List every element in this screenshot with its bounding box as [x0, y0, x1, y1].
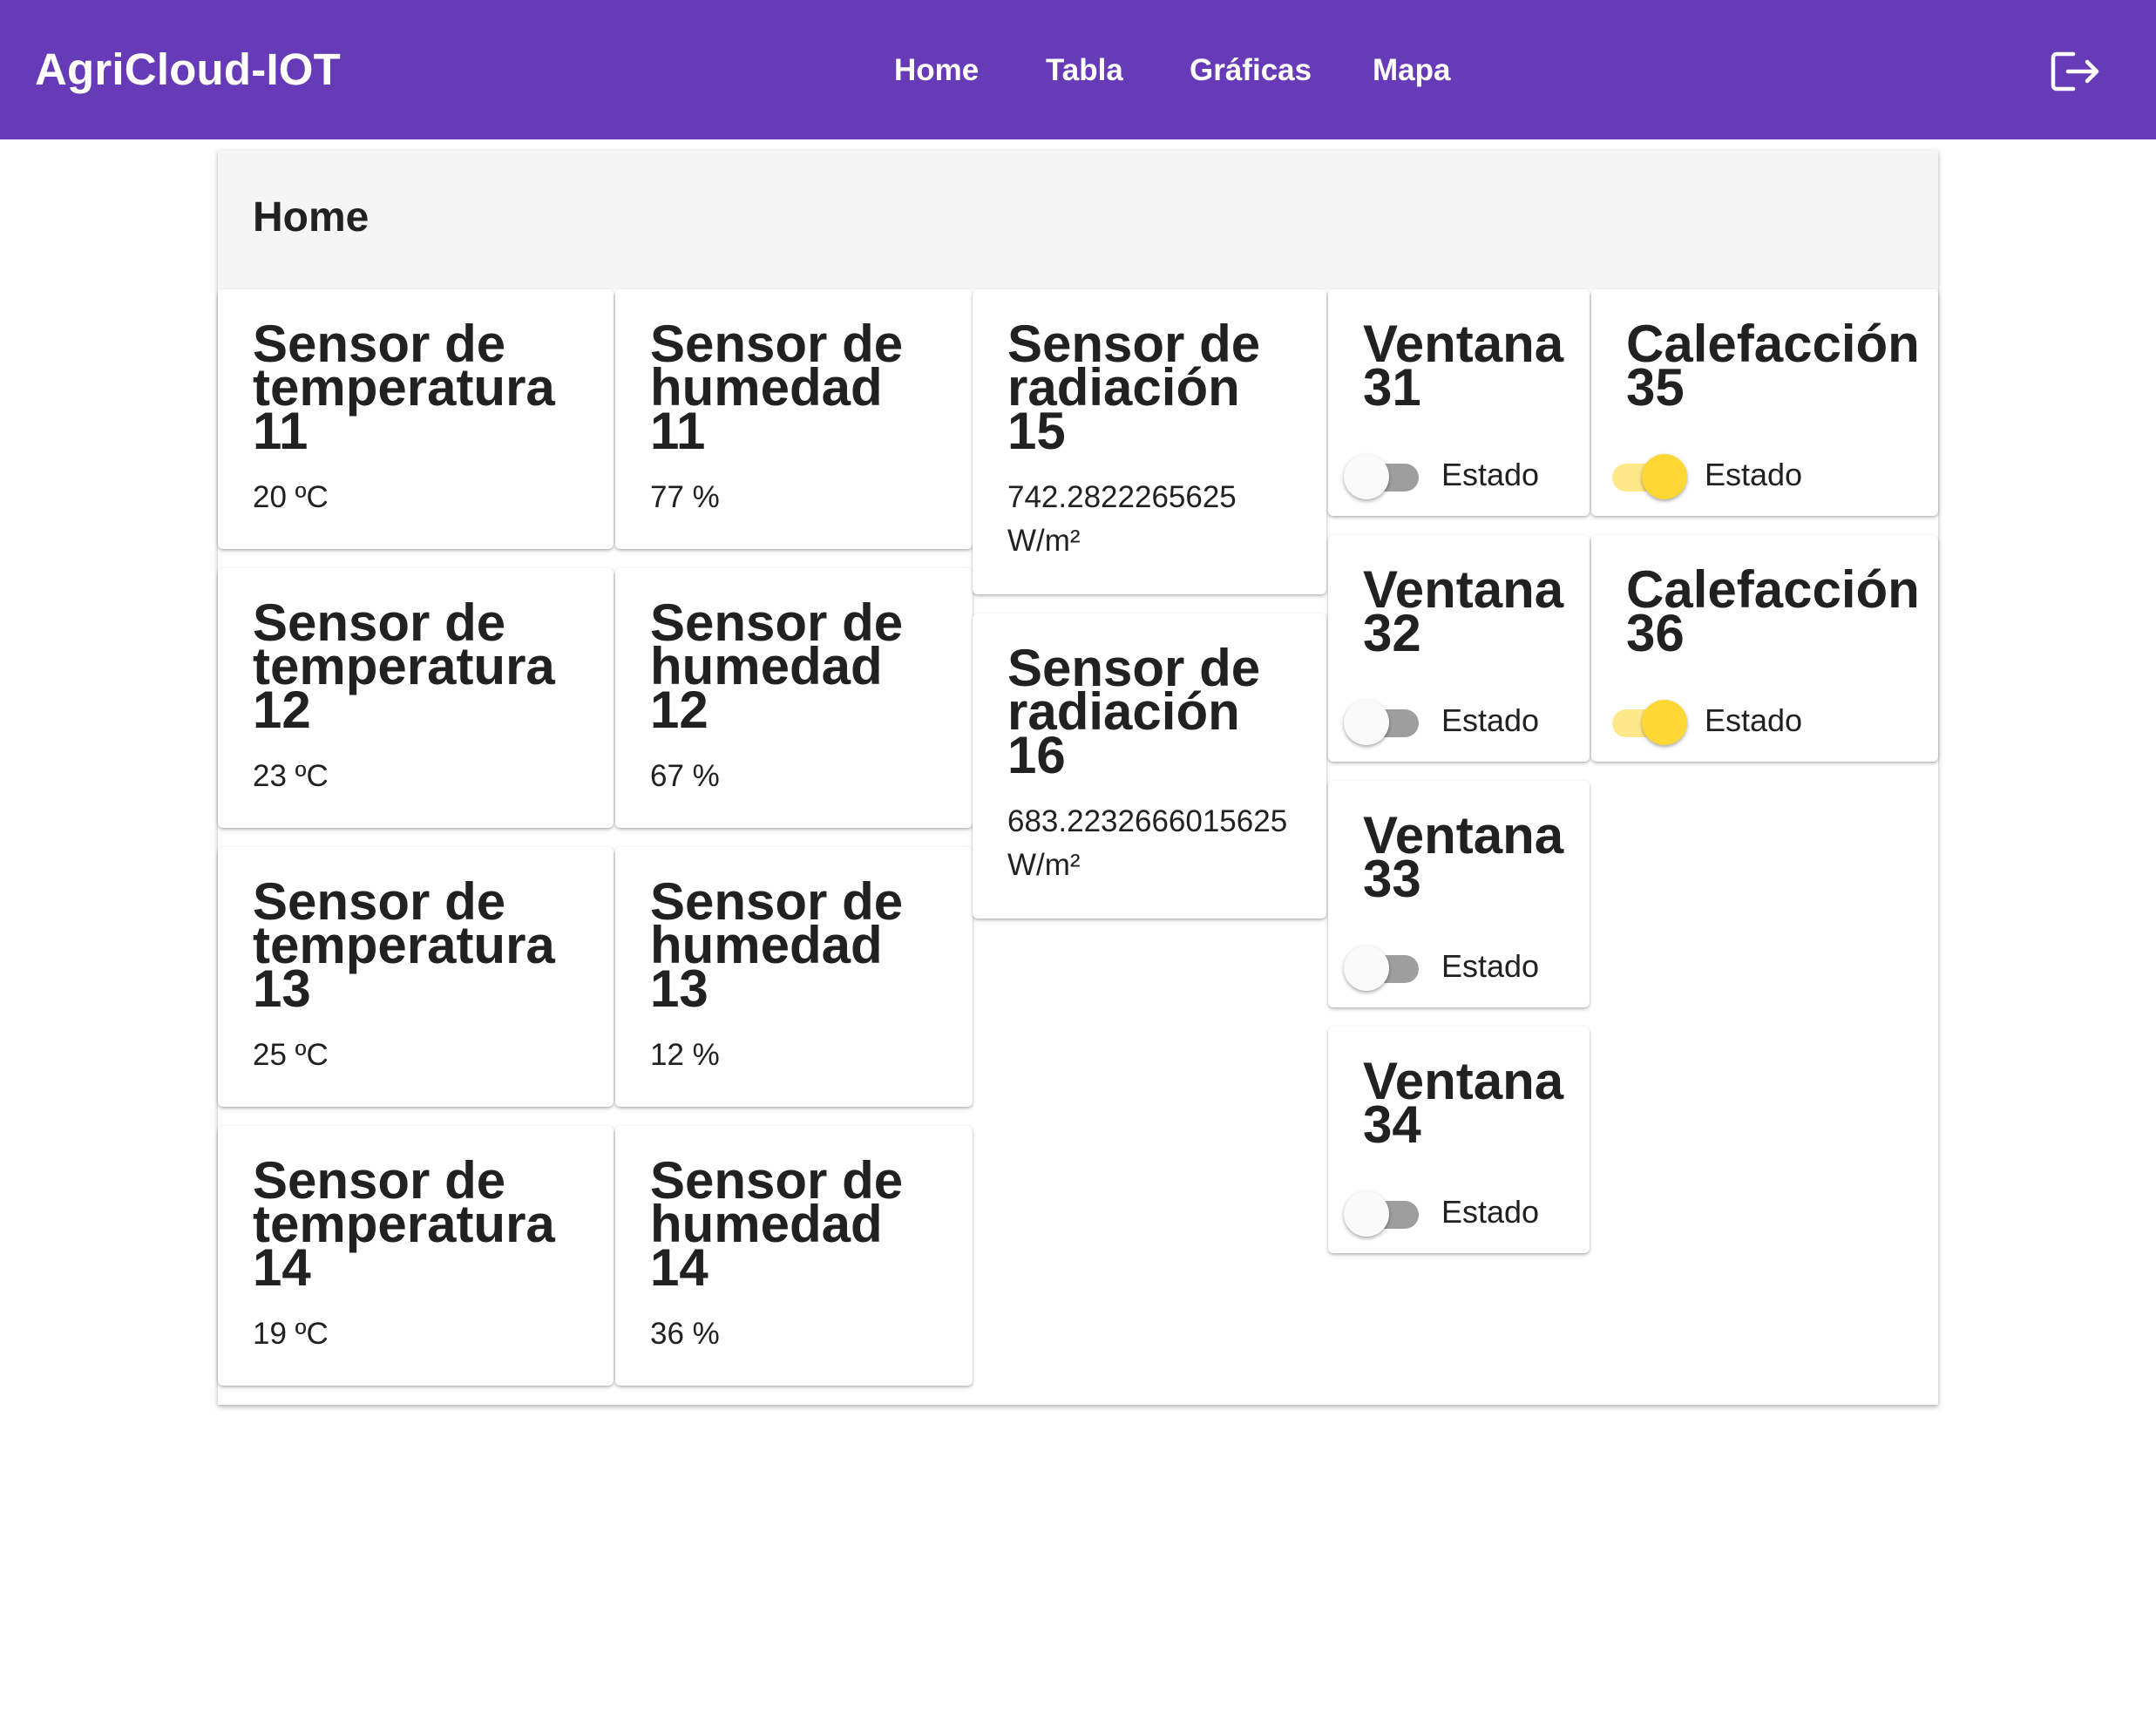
logout-icon [2051, 51, 2099, 92]
reading-value: 77 % [650, 480, 720, 514]
status-toggle[interactable] [1344, 939, 1424, 991]
toggle-thumb [1344, 700, 1389, 745]
reading-value-line: 742.2822265625 [1007, 480, 1237, 514]
card-title: Ventana 31 [1363, 318, 1563, 414]
status-toggle[interactable] [1607, 448, 1687, 499]
window-card: Ventana 31 Estado [1328, 289, 1590, 516]
card-title: Sensor de temperatura 14 [253, 1155, 555, 1294]
humidity-sensor-card[interactable]: Sensor de humedad 12 67 % [615, 568, 973, 828]
card-title: Sensor de radiación 16 [1007, 642, 1260, 782]
card-title: Sensor de temperatura 11 [253, 318, 555, 458]
card-title: Ventana 32 [1363, 564, 1563, 660]
nav-graficas[interactable]: Gráficas [1190, 51, 1312, 91]
humidity-sensor-card[interactable]: Sensor de humedad 14 36 % [615, 1126, 973, 1386]
panel-header: Home [218, 150, 1938, 289]
app-bar: AgriCloud-IOT Home Tabla Gráficas Mapa [0, 0, 2156, 139]
main-nav: Home Tabla Gráficas Mapa [0, 51, 2156, 91]
reading-value: 19 ºC [253, 1317, 329, 1351]
radiation-sensor-card[interactable]: Sensor de radiación 15 742.2822265625 W/m² [973, 289, 1326, 594]
reading-value: 12 % [650, 1038, 720, 1072]
reading-value: 67 % [650, 759, 720, 793]
temperature-sensor-card[interactable]: Sensor de temperatura 11 20 ºC [218, 289, 614, 549]
temperature-sensor-card[interactable]: Sensor de temperatura 14 19 ºC [218, 1126, 614, 1386]
card-title: Ventana 34 [1363, 1055, 1563, 1151]
humidity-sensor-card[interactable]: Sensor de humedad 13 12 % [615, 847, 973, 1107]
heater-card: Calefacción 35 Estado [1591, 289, 1938, 516]
window-card: Ventana 34 Estado [1328, 1027, 1590, 1253]
status-toggle[interactable] [1344, 1185, 1424, 1237]
temperature-sensor-card[interactable]: Sensor de temperatura 13 25 ºC [218, 847, 614, 1107]
toggle-thumb [1344, 946, 1389, 991]
reading-value: 23 ºC [253, 759, 329, 793]
card-title: Sensor de humedad 13 [650, 876, 903, 1015]
toggle-label[interactable]: Estado [1705, 699, 1802, 742]
status-toggle[interactable] [1344, 448, 1424, 499]
card-title: Sensor de temperatura 12 [253, 597, 555, 736]
window-card: Ventana 32 Estado [1328, 535, 1590, 762]
nav-home[interactable]: Home [894, 51, 979, 91]
toggle-label[interactable]: Estado [1705, 453, 1802, 497]
toggle-label[interactable]: Estado [1441, 453, 1539, 497]
logout-button[interactable] [2050, 49, 2102, 94]
humidity-sensor-card[interactable]: Sensor de humedad 11 77 % [615, 289, 973, 549]
home-panel: Home Sensor de temperatura 11 20 ºC Sensor d… [218, 150, 1938, 1405]
reading-value: 25 ºC [253, 1038, 329, 1072]
toggle-thumb [1344, 454, 1389, 499]
toggle-label[interactable]: Estado [1441, 699, 1539, 742]
reading-value-line: 683.2232666015625 [1007, 804, 1288, 838]
status-toggle[interactable] [1344, 694, 1424, 745]
window-card: Ventana 33 Estado [1328, 781, 1590, 1007]
card-title: Calefacción 36 [1626, 564, 1920, 660]
reading-value: 683.2232666015625 W/m² [1007, 800, 1287, 887]
reading-value: 36 % [650, 1317, 720, 1351]
temperature-sensor-card[interactable]: Sensor de temperatura 12 23 ºC [218, 568, 614, 828]
card-title: Sensor de humedad 14 [650, 1155, 903, 1294]
card-title: Sensor de humedad 11 [650, 318, 903, 458]
status-toggle[interactable] [1607, 694, 1687, 745]
toggle-thumb [1642, 454, 1687, 499]
page-title: Home [253, 194, 370, 241]
nav-mapa[interactable]: Mapa [1373, 51, 1450, 91]
nav-tabla[interactable]: Tabla [1046, 51, 1123, 91]
reading-value: 20 ºC [253, 480, 329, 514]
radiation-sensor-card[interactable]: Sensor de radiación 16 683.2232666015625 W/m… [973, 614, 1326, 919]
toggle-thumb [1344, 1191, 1389, 1237]
card-title: Sensor de humedad 12 [650, 597, 903, 736]
reading-value: 742.2822265625 W/m² [1007, 476, 1237, 563]
heater-card: Calefacción 36 Estado [1591, 535, 1938, 762]
card-title: Sensor de radiación 15 [1007, 318, 1260, 458]
card-title: Sensor de temperatura 13 [253, 876, 555, 1015]
reading-value-line: W/m² [1007, 524, 1081, 558]
card-title: Calefacción 35 [1626, 318, 1920, 414]
toggle-thumb [1642, 700, 1687, 745]
card-title: Ventana 33 [1363, 810, 1563, 905]
toggle-label[interactable]: Estado [1441, 1190, 1539, 1234]
toggle-label[interactable]: Estado [1441, 945, 1539, 988]
reading-value-line: W/m² [1007, 848, 1081, 882]
